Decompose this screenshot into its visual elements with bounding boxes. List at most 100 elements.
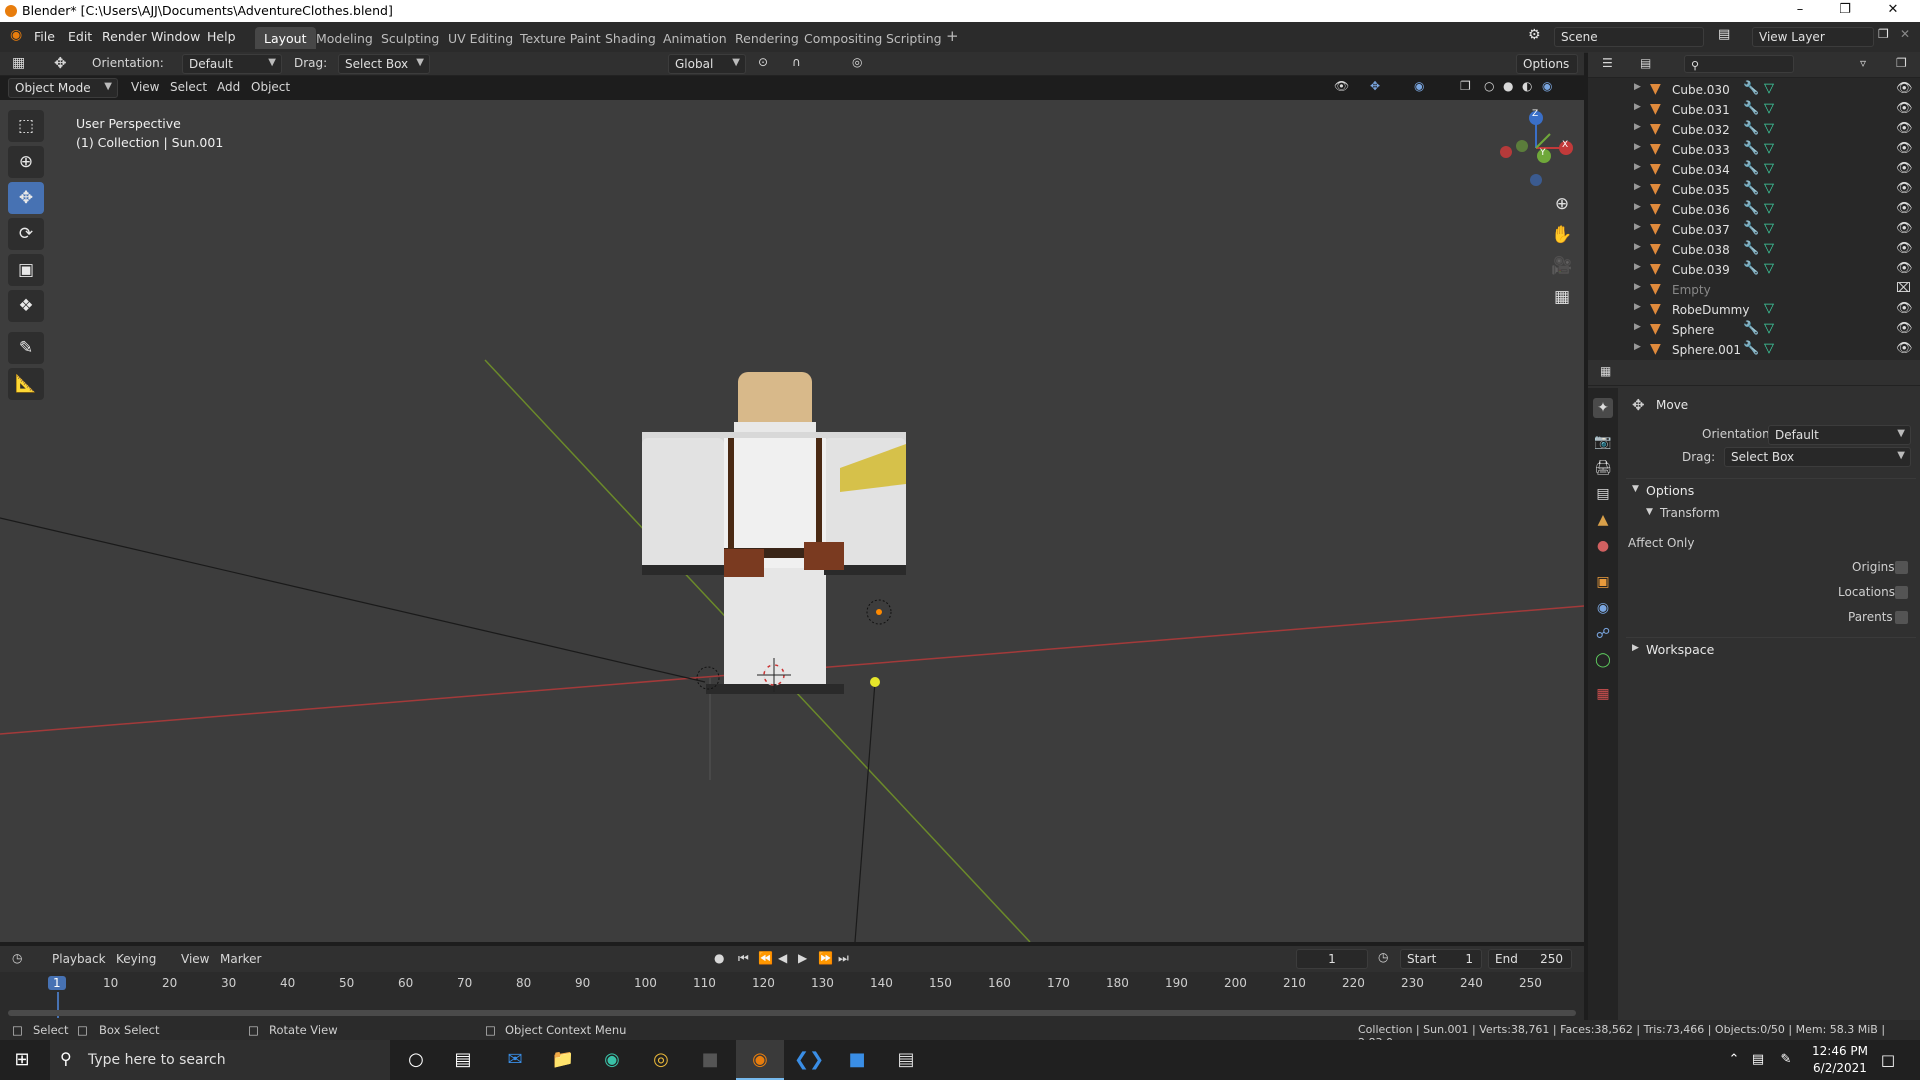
tab-modeling[interactable]: Modeling	[307, 27, 382, 49]
tool-properties-tab[interactable]: ✦	[1593, 398, 1613, 418]
select-box-tool[interactable]: ⬚	[8, 110, 44, 142]
expand-arrow-icon[interactable]: ▶	[1634, 182, 1641, 192]
outliner-item-name[interactable]: Sphere.001	[1672, 343, 1741, 357]
outliner-item-name[interactable]: Cube.030	[1672, 83, 1730, 97]
modifier-wrench-icon[interactable]: 🔧	[1743, 161, 1759, 176]
outliner-row[interactable]: ▶ ▼ Sphere.001 🔧 ▽ 👁	[1588, 340, 1920, 360]
edge-icon[interactable]: ◉	[598, 1048, 626, 1072]
modifier-tab[interactable]: ◉	[1593, 598, 1613, 618]
mesh-data-icon[interactable]: ▽	[1764, 221, 1774, 236]
pan-hand-icon[interactable]: ✋	[1548, 221, 1576, 249]
network-icon[interactable]: ▤	[1744, 1048, 1772, 1072]
modifier-wrench-icon[interactable]: 🔧	[1743, 181, 1759, 196]
visibility-eye-icon[interactable]: 👁	[1896, 301, 1913, 316]
ortho-grid-icon[interactable]: ▦	[1548, 283, 1576, 311]
tab-uv-editing[interactable]: UV Editing	[439, 27, 522, 49]
properties-editor-icon[interactable]: ▦	[1600, 364, 1611, 378]
view-layer-browse-icon[interactable]: ▤	[1718, 27, 1730, 42]
scene-browse-icon[interactable]: ⚙	[1528, 27, 1541, 43]
blender-taskbar-button[interactable]: ◉	[736, 1040, 784, 1080]
visibility-eye-icon[interactable]: 👁	[1896, 241, 1913, 256]
outliner-item-name[interactable]: Cube.035	[1672, 183, 1730, 197]
close-window-button[interactable]: ✕	[1878, 2, 1908, 17]
viewport-menu-select[interactable]: Select	[170, 80, 207, 94]
modifier-wrench-icon[interactable]: 🔧	[1743, 141, 1759, 156]
transform-tool[interactable]: ❖	[8, 290, 44, 322]
mesh-data-icon[interactable]: ▽	[1764, 321, 1774, 336]
mesh-data-icon[interactable]: ▽	[1764, 341, 1774, 356]
visibility-icon[interactable]: 👁	[1334, 79, 1349, 93]
visibility-eye-icon[interactable]: 👁	[1896, 181, 1913, 196]
visibility-eye-icon[interactable]: 👁	[1896, 121, 1913, 136]
modifier-wrench-icon[interactable]: 🔧	[1743, 221, 1759, 236]
start-frame-field[interactable]: Start 1	[1400, 949, 1482, 969]
properties-drag-dropdown[interactable]: Select Box ▼	[1724, 447, 1911, 467]
drag-dropdown[interactable]: Select Box ▼	[338, 54, 430, 74]
outliner-item-name[interactable]: Cube.039	[1672, 263, 1730, 277]
3d-viewport[interactable]: User Perspective (1) Collection | Sun.00…	[0, 100, 1584, 942]
mesh-data-icon[interactable]: ▽	[1764, 241, 1774, 256]
gizmo-toggle-icon[interactable]: ✥	[1370, 79, 1380, 93]
solid-shading-icon[interactable]: ●	[1503, 79, 1513, 93]
new-collection-icon[interactable]: ❐	[1896, 56, 1907, 70]
cortana-icon[interactable]: ○	[402, 1048, 430, 1072]
mesh-data-icon[interactable]: ▽	[1764, 141, 1774, 156]
output-tab[interactable]: 🖨	[1593, 458, 1613, 478]
outliner-row[interactable]: ▶ ▼ Cube.035 🔧 ▽ 👁	[1588, 180, 1920, 200]
snap-icon[interactable]: ∩	[792, 55, 801, 69]
outliner-row[interactable]: ▶ ▼ Cube.030 🔧 ▽ 👁	[1588, 80, 1920, 100]
windows-start-icon[interactable]: ⊞	[8, 1048, 36, 1072]
origins-checkbox[interactable]	[1895, 561, 1908, 574]
parents-checkbox[interactable]	[1895, 611, 1908, 624]
options-panel-header[interactable]: ▼ Options	[1626, 478, 1916, 500]
end-frame-field[interactable]: End 250	[1488, 949, 1572, 969]
clock-date[interactable]: 6/2/2021	[1810, 1061, 1870, 1075]
outliner-search-input[interactable]: ⚲	[1684, 55, 1794, 73]
jump-start-icon[interactable]: ⏮	[738, 951, 749, 966]
menu-render[interactable]: Render	[102, 29, 147, 44]
constraints-tab[interactable]: ☍	[1593, 624, 1613, 644]
timeline-menu-keying[interactable]: Keying	[116, 952, 156, 966]
outliner[interactable]: ▶ ▼ Cube.030 🔧 ▽ 👁 ▶ ▼ Cube.031 🔧 ▽ 👁 ▶ ▼ Cube.032 🔧 ▽ 👁 ▶…	[1588, 78, 1920, 360]
outliner-row[interactable]: ▶ ▼ Cube.036 🔧 ▽ 👁	[1588, 200, 1920, 220]
timeline-scrollbar[interactable]	[8, 1010, 1576, 1016]
xray-toggle-icon[interactable]: ❐	[1460, 79, 1471, 93]
outliner-item-name[interactable]: Cube.032	[1672, 123, 1730, 137]
outliner-row[interactable]: ▶ ▼ Cube.037 🔧 ▽ 👁	[1588, 220, 1920, 240]
menu-window[interactable]: Window	[151, 29, 200, 44]
object-tab[interactable]: ▣	[1593, 572, 1613, 592]
object-data-tab[interactable]: ◯	[1593, 650, 1613, 670]
outliner-item-name[interactable]: Cube.034	[1672, 163, 1730, 177]
visibility-eye-icon[interactable]: 👁	[1896, 161, 1913, 176]
outliner-editor-icon[interactable]: ☰	[1602, 56, 1613, 70]
mesh-data-icon[interactable]: ▽	[1764, 81, 1774, 96]
orientation-dropdown[interactable]: Default ▼	[182, 54, 282, 74]
camera-view-icon[interactable]: 🎥	[1548, 252, 1576, 280]
properties-orientation-dropdown[interactable]: Default ▼	[1768, 425, 1911, 445]
viewport-menu-add[interactable]: Add	[217, 80, 240, 94]
expand-arrow-icon[interactable]: ▶	[1634, 302, 1641, 312]
outliner-row[interactable]: ▶ ▼ Cube.038 🔧 ▽ 👁	[1588, 240, 1920, 260]
expand-arrow-icon[interactable]: ▶	[1634, 262, 1641, 272]
expand-arrow-icon[interactable]: ▶	[1634, 282, 1641, 292]
transform-subpanel-header[interactable]: ▼ Transform	[1640, 503, 1916, 523]
outliner-item-name[interactable]: Sphere	[1672, 323, 1714, 337]
current-frame-field[interactable]: 1	[1296, 949, 1368, 969]
taskbar-search-box[interactable]: ⚲ Type here to search	[50, 1040, 390, 1080]
outliner-row[interactable]: ▶ ▼ Cube.034 🔧 ▽ 👁	[1588, 160, 1920, 180]
minimize-button[interactable]: –	[1785, 2, 1815, 17]
tab-sculpting[interactable]: Sculpting	[372, 27, 448, 49]
timeline-menu-marker[interactable]: Marker	[220, 952, 261, 966]
modifier-wrench-icon[interactable]: 🔧	[1743, 81, 1759, 96]
modifier-wrench-icon[interactable]: 🔧	[1743, 341, 1759, 356]
expand-arrow-icon[interactable]: ▶	[1634, 102, 1641, 112]
modifier-wrench-icon[interactable]: 🔧	[1743, 241, 1759, 256]
preview-range-icon[interactable]: ◷	[1378, 950, 1388, 964]
viewport-menu-object[interactable]: Object	[251, 80, 290, 94]
expand-arrow-icon[interactable]: ▶	[1634, 142, 1641, 152]
outliner-item-name[interactable]: RobeDummy	[1672, 303, 1749, 317]
menu-edit[interactable]: Edit	[68, 29, 92, 44]
outliner-item-name[interactable]: Empty	[1672, 283, 1711, 297]
expand-arrow-icon[interactable]: ▶	[1634, 222, 1641, 232]
modifier-wrench-icon[interactable]: 🔧	[1743, 201, 1759, 216]
